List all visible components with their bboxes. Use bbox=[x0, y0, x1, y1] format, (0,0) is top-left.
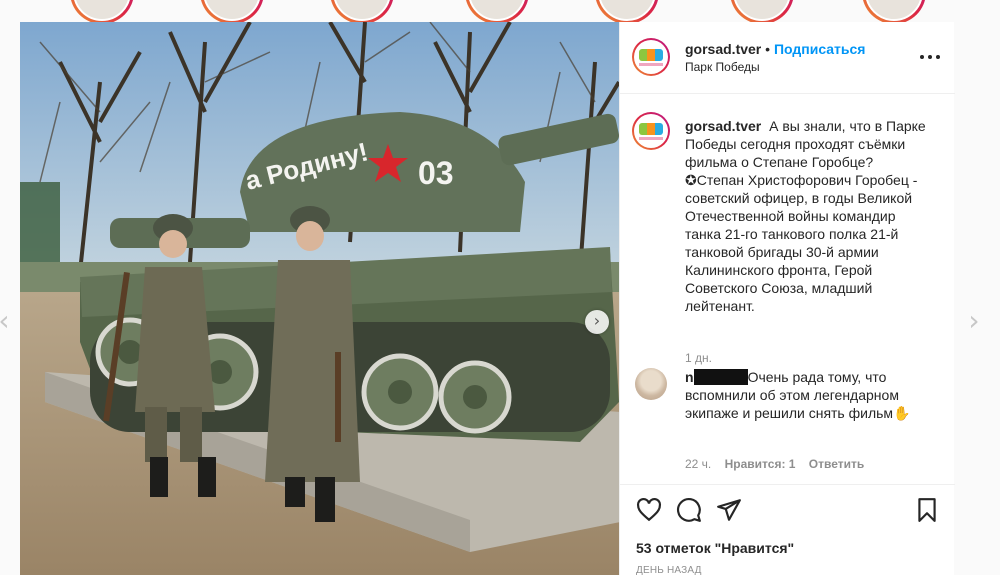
post-side-panel: gorsad.tver • Подписаться Парк Победы go… bbox=[619, 22, 955, 576]
story-avatar[interactable] bbox=[70, 0, 134, 22]
story-avatar[interactable] bbox=[465, 0, 529, 22]
author-avatar[interactable] bbox=[632, 38, 670, 76]
heart-icon[interactable] bbox=[636, 497, 662, 523]
more-options-icon[interactable] bbox=[920, 47, 940, 67]
post-modal: а Родину! 03 › gorsad.tver • Подписаться… bbox=[20, 22, 955, 576]
bookmark-icon[interactable] bbox=[914, 497, 940, 523]
location-link[interactable]: Парк Победы bbox=[685, 60, 760, 74]
caption-text: А вы знали, что в Парке Победы сегодня п… bbox=[685, 118, 926, 314]
carousel-next-chevron-right-icon[interactable]: › bbox=[585, 310, 609, 334]
comment-meta: 22 ч. Нравится: 1 Ответить bbox=[685, 457, 874, 471]
author-username[interactable]: gorsad.tver bbox=[685, 41, 761, 57]
story-avatar[interactable] bbox=[595, 0, 659, 22]
story-avatar[interactable] bbox=[730, 0, 794, 22]
story-avatar[interactable] bbox=[200, 0, 264, 22]
likes-count[interactable]: 53 отметок "Нравится" bbox=[636, 540, 794, 556]
share-icon[interactable] bbox=[716, 497, 742, 523]
post-actions: 53 отметок "Нравится" ДЕНЬ НАЗАД bbox=[620, 484, 955, 576]
prev-post-chevron-left-icon[interactable]: ‹ bbox=[0, 305, 16, 337]
redacted-username-block bbox=[693, 369, 748, 385]
header-user-line: gorsad.tver • Подписаться bbox=[685, 41, 865, 57]
next-post-chevron-right-icon[interactable]: › bbox=[962, 305, 986, 337]
story-avatar[interactable] bbox=[330, 0, 394, 22]
separator-dot: • bbox=[765, 41, 771, 57]
caption-username[interactable]: gorsad.tver bbox=[685, 118, 761, 134]
caption-timestamp[interactable]: 1 дн. bbox=[685, 351, 712, 365]
comments-section: gorsad.tver А вы знали, что в Парке Побе… bbox=[620, 94, 955, 484]
commenter-avatar[interactable] bbox=[635, 368, 667, 400]
caption-author-avatar[interactable] bbox=[632, 112, 670, 150]
comment-timestamp[interactable]: 22 ч. bbox=[685, 457, 711, 471]
post-date[interactable]: ДЕНЬ НАЗАД bbox=[636, 565, 702, 576]
comment-likes-button[interactable]: Нравится: 1 bbox=[725, 457, 796, 471]
stories-strip bbox=[0, 0, 1000, 22]
comment-item: n Очень рада тому, что вспомнили об этом … bbox=[685, 368, 935, 422]
tank-number-text: 03 bbox=[418, 155, 454, 191]
comment-icon[interactable] bbox=[676, 497, 702, 523]
post-photo[interactable]: а Родину! 03 › bbox=[20, 22, 619, 575]
follow-button[interactable]: Подписаться bbox=[774, 41, 866, 57]
post-header: gorsad.tver • Подписаться Парк Победы bbox=[620, 22, 955, 94]
story-avatar[interactable] bbox=[862, 0, 926, 22]
reply-button[interactable]: Ответить bbox=[809, 457, 864, 471]
commenter-username[interactable]: n bbox=[685, 369, 694, 385]
post-caption: gorsad.tver А вы знали, что в Парке Побе… bbox=[685, 117, 931, 315]
